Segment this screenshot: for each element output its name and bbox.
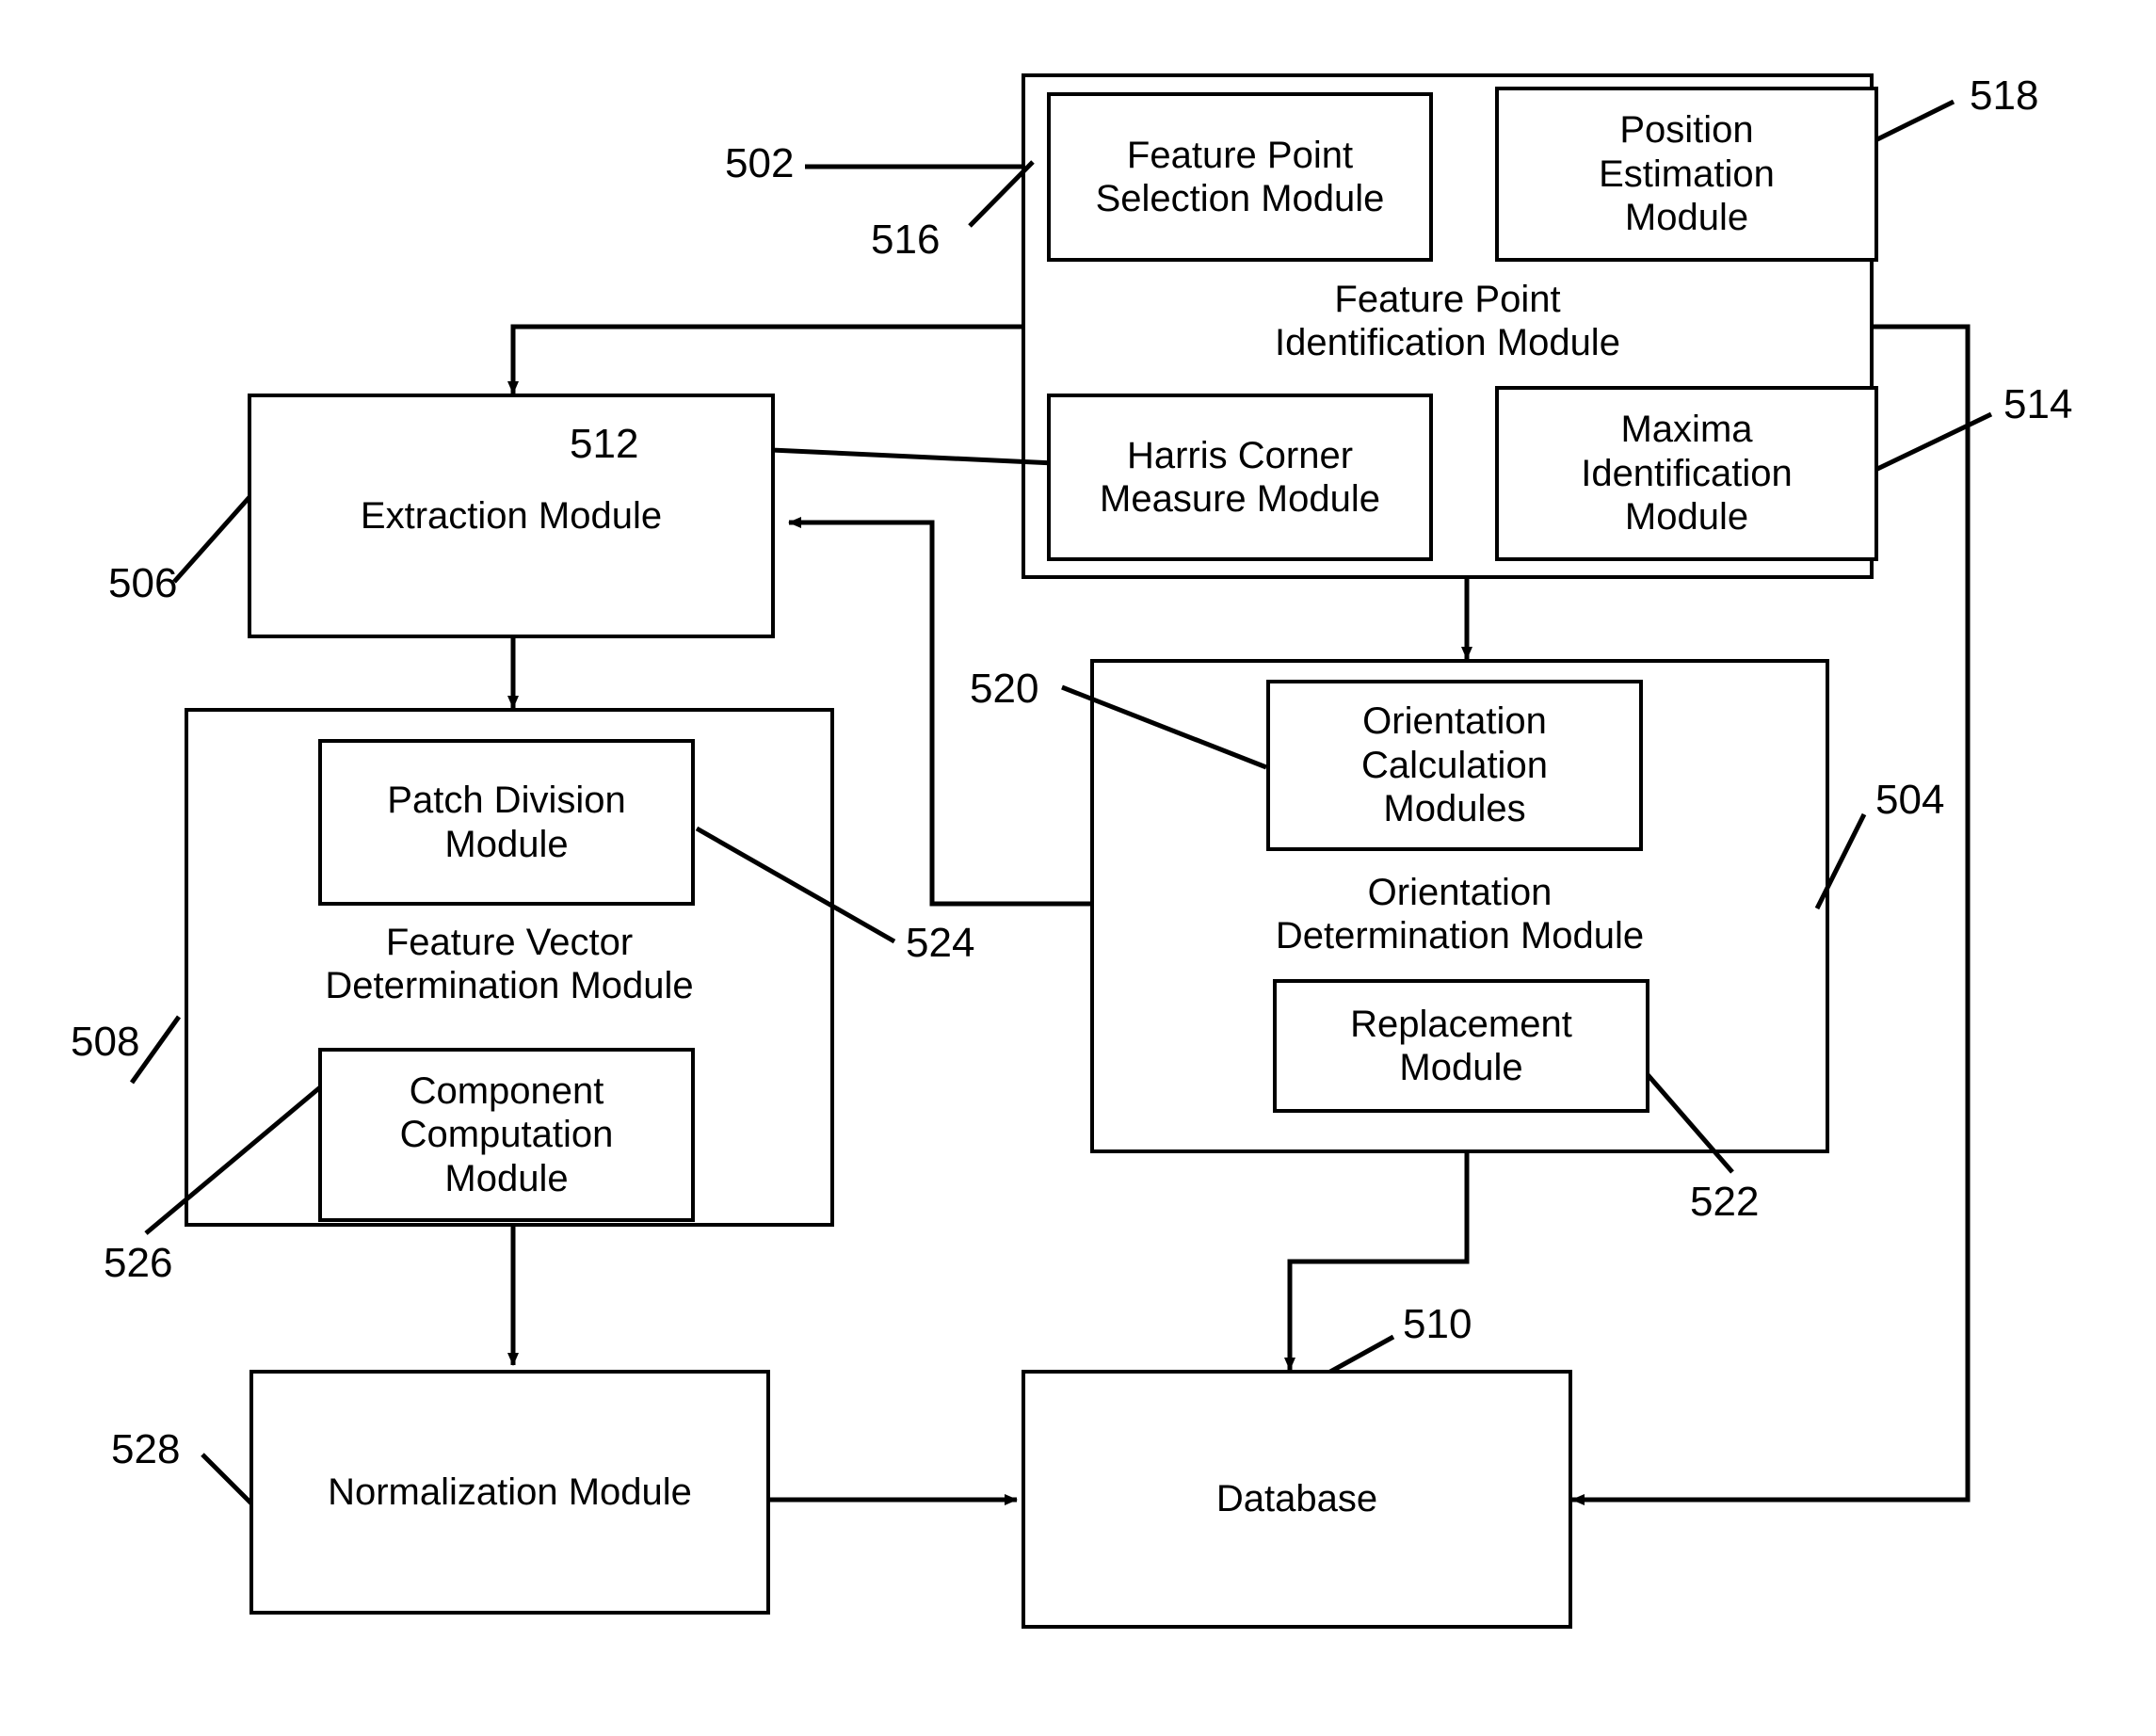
patent-figure: Feature Point Identification Module Feat… [0,0,2156,1736]
ref-516: 516 [871,217,941,263]
component-computation-label: Component Computation Module [399,1069,614,1199]
wire-fpi-to-extraction [507,324,1022,394]
harris-corner-measure-module[interactable]: Harris Corner Measure Module [1047,394,1433,561]
maxima-identification-module[interactable]: Maxima Identification Module [1495,386,1878,561]
replacement-module[interactable]: Replacement Module [1273,979,1649,1113]
ref-508: 508 [71,1019,140,1065]
position-estimation-label: Position Estimation Module [1599,109,1775,239]
normalization-module[interactable]: Normalization Module [249,1370,770,1615]
ref-526: 526 [104,1240,173,1286]
harris-corner-measure-label: Harris Corner Measure Module [1100,434,1380,520]
orientation-calculation-modules[interactable]: Orientation Calculation Modules [1266,680,1643,851]
component-computation-module[interactable]: Component Computation Module [318,1048,695,1222]
wire-orientation-to-extraction [788,517,1090,907]
leader-518 [1872,99,1955,144]
database-module[interactable]: Database [1022,1370,1572,1629]
ref-524: 524 [906,920,975,966]
ref-520: 520 [970,666,1039,712]
feature-point-selection-label: Feature Point Selection Module [1095,134,1385,219]
extraction-label: Extraction Module [360,494,663,537]
maxima-identification-label: Maxima Identification Module [1581,409,1793,538]
orientation-determination-label: Orientation Determination Module [1275,872,1645,956]
ref-514: 514 [2003,381,2073,427]
patch-division-module[interactable]: Patch Division Module [318,739,695,906]
ref-504: 504 [1875,777,1945,823]
ref-522: 522 [1690,1179,1760,1225]
ref-528: 528 [111,1426,181,1472]
feature-point-identification-label: Feature Point Identification Module [1275,279,1620,363]
leader-506 [172,495,251,584]
normalization-label: Normalization Module [328,1471,692,1513]
database-label: Database [1215,1478,1378,1520]
ref-506: 506 [108,560,178,606]
orientation-calculation-label: Orientation Calculation Modules [1361,700,1548,830]
feature-point-selection-module[interactable]: Feature Point Selection Module [1047,92,1433,262]
ref-510: 510 [1403,1301,1472,1347]
ref-518: 518 [1970,72,2039,119]
feature-vector-determination-label: Feature Vector Determination Module [325,922,694,1006]
ref-502: 502 [725,140,795,186]
extraction-module[interactable]: Extraction Module [248,394,775,638]
ref-512: 512 [570,421,639,467]
leader-528 [201,1453,254,1506]
patch-division-label: Patch Division Module [387,780,626,865]
position-estimation-module[interactable]: Position Estimation Module [1495,87,1878,262]
leader-514 [1872,411,1993,474]
replacement-label: Replacement Module [1350,1003,1572,1088]
